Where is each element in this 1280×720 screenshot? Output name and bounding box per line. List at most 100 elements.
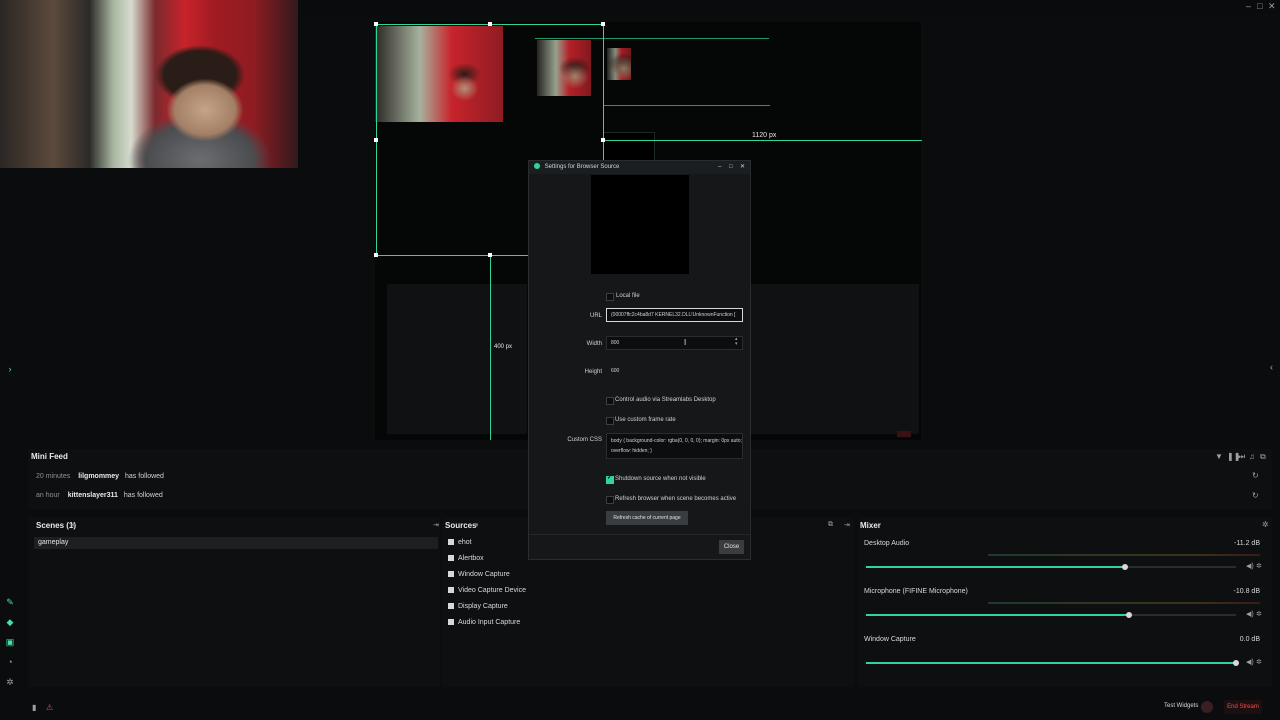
channel-db: -10.8 dB — [1233, 588, 1260, 595]
maximize-icon[interactable]: □ — [729, 161, 733, 174]
width-stepper[interactable]: ▴ ▾ — [735, 337, 738, 347]
local-file-label: Local file — [616, 293, 640, 299]
source-item[interactable]: Video Capture Device — [448, 584, 526, 598]
source-window-icon — [448, 571, 454, 578]
resize-handle-r[interactable] — [601, 138, 605, 142]
source-item[interactable]: Alertbox — [448, 552, 484, 566]
resize-handle-tr[interactable] — [601, 22, 605, 26]
volume-knob[interactable] — [1233, 660, 1239, 666]
channel-level-meter — [988, 602, 1260, 604]
scenes-panel: Scenes (1) ● gameplay — [28, 517, 440, 687]
webcam-source-thumbnail[interactable] — [375, 26, 503, 122]
speaker-icon[interactable]: ◀) — [1246, 658, 1254, 666]
feed-event-time: 20 minutes — [36, 473, 71, 480]
source-item[interactable]: Window Capture — [448, 568, 510, 582]
feed-event-user: kittenslayer311 — [67, 492, 118, 499]
volume-knob[interactable] — [1126, 612, 1132, 618]
sources-title: Sources — [445, 521, 477, 530]
close-button[interactable]: Close — [719, 540, 744, 554]
collapse-icon[interactable]: ⇥ — [844, 521, 850, 529]
refresh-cache-button[interactable]: Refresh cache of current page — [606, 511, 688, 525]
mixer-panel: ⧉ ⇥ Mixer ✲ Desktop Audio -11.2 dB ◀) ✲ … — [828, 517, 1272, 687]
height-input[interactable]: 600 — [606, 364, 743, 378]
gear-icon[interactable]: ✲ — [1256, 610, 1262, 618]
volume-fill — [866, 566, 1125, 568]
speaker-icon[interactable]: ◀) — [1246, 562, 1254, 570]
text-cursor-icon: I — [684, 338, 687, 347]
refresh-on-active-checkbox[interactable] — [606, 496, 614, 504]
source-preview — [591, 175, 689, 274]
settings-icon[interactable]: ✲ — [5, 677, 15, 687]
mixer-settings-icon[interactable]: ✲ — [1262, 520, 1269, 529]
volume-knob[interactable] — [1122, 564, 1128, 570]
gear-icon[interactable]: ✲ — [1256, 658, 1262, 666]
local-file-checkbox[interactable] — [606, 293, 614, 301]
custom-fps-checkbox[interactable] — [606, 417, 614, 425]
expand-left-icon[interactable]: › — [5, 364, 15, 374]
feed-event: 20 minutes lilgmommey has followed — [36, 473, 164, 480]
channel-name: Desktop Audio — [864, 540, 910, 547]
resize-handle-l[interactable] — [374, 138, 378, 142]
editor-icon[interactable]: ✎ — [5, 597, 15, 607]
repeat-alert-icon[interactable]: ↻ — [1252, 471, 1259, 480]
width-guide-line — [604, 140, 922, 141]
warning-icon[interactable]: ⚠ — [46, 703, 53, 712]
mini-feed-title: Mini Feed — [31, 452, 68, 461]
filter-icon[interactable]: ▼ — [1215, 452, 1223, 461]
test-widgets-button[interactable]: Test Widgets — [1164, 703, 1198, 709]
volume-fill — [866, 614, 1129, 616]
feed-event-action: has followed — [125, 473, 164, 480]
feed-event-time: an hour — [36, 492, 60, 499]
source-item[interactable]: ehot — [448, 536, 472, 550]
close-window-icon[interactable]: ✕ — [1268, 1, 1276, 12]
repeat-alert-icon-2[interactable]: ↻ — [1252, 491, 1259, 500]
custom-css-textarea[interactable]: body { background-color: rgba(0, 0, 0, 0… — [606, 433, 743, 459]
popout-icon[interactable]: ⧉ — [1260, 452, 1266, 462]
gear-icon[interactable]: ✲ — [1256, 562, 1262, 570]
resize-handle-t[interactable] — [488, 22, 492, 26]
nested-end-stream — [897, 431, 911, 437]
height-label: Height — [584, 369, 602, 375]
feed-event-user: lilgmommey — [78, 473, 120, 480]
collapse-icon[interactable]: ⇥ — [433, 521, 439, 529]
resize-handle-b[interactable] — [488, 253, 492, 257]
status-footer: ▮ ⚠ Test Widgets — [0, 697, 1280, 720]
help-icon[interactable]: ● — [71, 520, 76, 529]
end-stream-button[interactable]: End Stream — [1224, 700, 1262, 714]
close-icon[interactable]: ✕ — [740, 161, 745, 174]
maximize-icon[interactable]: □ — [1257, 1, 1262, 11]
source-item[interactable]: Audio Input Capture — [448, 616, 520, 630]
themes-icon[interactable]: ◆ — [5, 617, 15, 627]
channel-name: Microphone (FIFINE Microphone) — [864, 588, 968, 595]
shutdown-label: Shutdown source when not visible — [615, 476, 706, 482]
source-item[interactable]: Display Capture — [448, 600, 508, 614]
control-audio-label: Control audio via Streamlabs Desktop — [615, 397, 716, 403]
chat-icon[interactable]: ◔ — [5, 657, 15, 667]
help-icon[interactable]: ● — [474, 520, 479, 529]
width-input[interactable]: 800 — [606, 336, 743, 350]
stats-icon[interactable]: ▮ — [32, 703, 36, 712]
minimize-icon[interactable]: – — [718, 161, 721, 174]
resize-handle-tl[interactable] — [374, 22, 378, 26]
minimize-icon[interactable]: – — [1246, 1, 1251, 11]
speaker-icon[interactable]: ◀) — [1246, 610, 1254, 618]
advanced-audio-icon[interactable]: ⧉ — [828, 521, 833, 529]
channel-db: 0.0 dB — [1239, 636, 1260, 643]
expand-right-icon[interactable]: ‹ — [1270, 362, 1273, 372]
browser-source-settings-dialog: Settings for Browser Source – □ ✕ Local … — [528, 160, 751, 560]
url-input[interactable]: (00007ffc2c4ba8d7 KERNEL32.DLL!UnknownFu… — [606, 308, 743, 322]
selection-border-bottom — [376, 255, 528, 256]
source-globe-icon — [448, 539, 454, 546]
app-logo-icon — [534, 163, 540, 170]
resize-handle-bl[interactable] — [374, 253, 378, 257]
notification-icon[interactable]: ♫ — [1249, 452, 1255, 461]
skip-icon[interactable]: ⏭ — [1238, 452, 1245, 462]
control-audio-checkbox[interactable] — [606, 397, 614, 405]
nested-guide-line-2 — [604, 105, 770, 106]
channel-db: -11.2 dB — [1234, 540, 1260, 547]
webcam-feed — [0, 0, 298, 168]
apps-icon[interactable]: ▣ — [5, 637, 15, 647]
scene-item[interactable]: gameplay — [34, 537, 438, 549]
record-button[interactable] — [1201, 701, 1213, 713]
channel-level-meter — [988, 554, 1260, 556]
